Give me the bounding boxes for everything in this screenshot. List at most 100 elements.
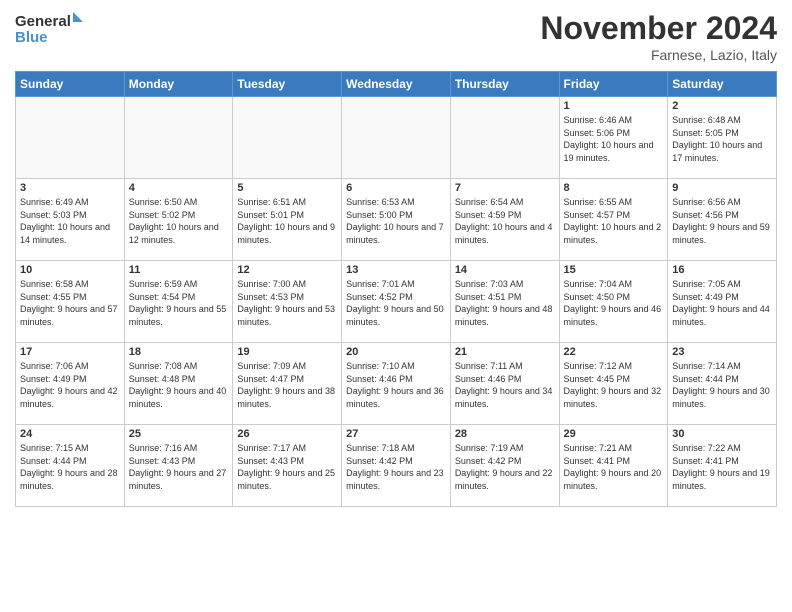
table-row (124, 97, 233, 179)
day-number: 1 (564, 100, 664, 112)
table-row (16, 97, 125, 179)
month-title: November 2024 (540, 10, 777, 47)
day-number: 15 (564, 264, 664, 276)
day-info: Sunrise: 7:19 AM Sunset: 4:42 PM Dayligh… (455, 442, 555, 492)
day-number: 27 (346, 428, 446, 440)
calendar-week-5: 24 Sunrise: 7:15 AM Sunset: 4:44 PM Dayli… (16, 425, 777, 507)
table-row: 15 Sunrise: 7:04 AM Sunset: 4:50 PM Dayli… (559, 261, 668, 343)
table-row (342, 97, 451, 179)
day-info: Sunrise: 7:01 AM Sunset: 4:52 PM Dayligh… (346, 278, 446, 328)
day-number: 30 (672, 428, 772, 440)
day-info: Sunrise: 6:51 AM Sunset: 5:01 PM Dayligh… (237, 196, 337, 246)
day-info: Sunrise: 6:58 AM Sunset: 4:55 PM Dayligh… (20, 278, 120, 328)
day-info: Sunrise: 7:10 AM Sunset: 4:46 PM Dayligh… (346, 360, 446, 410)
day-number: 5 (237, 182, 337, 194)
day-info: Sunrise: 6:53 AM Sunset: 5:00 PM Dayligh… (346, 196, 446, 246)
day-number: 2 (672, 100, 772, 112)
day-number: 22 (564, 346, 664, 358)
table-row: 6 Sunrise: 6:53 AM Sunset: 5:00 PM Daylig… (342, 179, 451, 261)
day-info: Sunrise: 7:14 AM Sunset: 4:44 PM Dayligh… (672, 360, 772, 410)
day-info: Sunrise: 7:11 AM Sunset: 4:46 PM Dayligh… (455, 360, 555, 410)
table-row: 12Sunrise: 7:00 AM Sunset: 4:53 PM Dayli… (233, 261, 342, 343)
table-row: 30Sunrise: 7:22 AM Sunset: 4:41 PM Dayli… (668, 425, 777, 507)
day-number: 18 (129, 346, 229, 358)
table-row: 7 Sunrise: 6:54 AM Sunset: 4:59 PM Daylig… (450, 179, 559, 261)
day-number: 29 (564, 428, 664, 440)
table-row: 11Sunrise: 6:59 AM Sunset: 4:54 PM Dayli… (124, 261, 233, 343)
day-number: 4 (129, 182, 229, 194)
logo: General Blue (15, 10, 85, 46)
day-info: Sunrise: 7:00 AM Sunset: 4:53 PM Dayligh… (237, 278, 337, 328)
day-info: Sunrise: 7:18 AM Sunset: 4:42 PM Dayligh… (346, 442, 446, 492)
table-row: 2 Sunrise: 6:48 AM Sunset: 5:05 PM Daylig… (668, 97, 777, 179)
calendar-week-3: 10 Sunrise: 6:58 AM Sunset: 4:55 PM Dayli… (16, 261, 777, 343)
day-number: 17 (20, 346, 120, 358)
day-info: Sunrise: 6:55 AM Sunset: 4:57 PM Dayligh… (564, 196, 664, 246)
day-info: Sunrise: 6:54 AM Sunset: 4:59 PM Dayligh… (455, 196, 555, 246)
header-friday: Friday (559, 72, 668, 97)
day-number: 24 (20, 428, 120, 440)
day-number: 8 (564, 182, 664, 194)
table-row: 26Sunrise: 7:17 AM Sunset: 4:43 PM Dayli… (233, 425, 342, 507)
day-info: Sunrise: 6:46 AM Sunset: 5:06 PM Dayligh… (564, 114, 664, 164)
page: General Blue November 2024 Farnese, Lazi… (0, 0, 792, 612)
table-row (450, 97, 559, 179)
day-number: 19 (237, 346, 337, 358)
header-thursday: Thursday (450, 72, 559, 97)
table-row: 24 Sunrise: 7:15 AM Sunset: 4:44 PM Dayli… (16, 425, 125, 507)
table-row: 23 Sunrise: 7:14 AM Sunset: 4:44 PM Dayli… (668, 343, 777, 425)
day-number: 25 (129, 428, 229, 440)
day-info: Sunrise: 6:56 AM Sunset: 4:56 PM Dayligh… (672, 196, 772, 246)
day-number: 3 (20, 182, 120, 194)
day-info: Sunrise: 7:15 AM Sunset: 4:44 PM Dayligh… (20, 442, 120, 492)
day-number: 21 (455, 346, 555, 358)
svg-text:General: General (15, 13, 71, 30)
day-number: 20 (346, 346, 446, 358)
day-info: Sunrise: 6:50 AM Sunset: 5:02 PM Dayligh… (129, 196, 229, 246)
calendar: Sunday Monday Tuesday Wednesday Thursday… (15, 71, 777, 507)
day-info: Sunrise: 7:04 AM Sunset: 4:50 PM Dayligh… (564, 278, 664, 328)
table-row: 18 Sunrise: 7:08 AM Sunset: 4:48 PM Dayli… (124, 343, 233, 425)
table-row: 3 Sunrise: 6:49 AM Sunset: 5:03 PM Daylig… (16, 179, 125, 261)
day-number: 23 (672, 346, 772, 358)
table-row: 21 Sunrise: 7:11 AM Sunset: 4:46 PM Dayli… (450, 343, 559, 425)
day-info: Sunrise: 7:16 AM Sunset: 4:43 PM Dayligh… (129, 442, 229, 492)
table-row: 1 Sunrise: 6:46 AM Sunset: 5:06 PM Daylig… (559, 97, 668, 179)
day-number: 10 (20, 264, 120, 276)
table-row: 13 Sunrise: 7:01 AM Sunset: 4:52 PM Dayli… (342, 261, 451, 343)
header: General Blue November 2024 Farnese, Lazi… (15, 10, 777, 63)
day-number: 28 (455, 428, 555, 440)
calendar-week-1: 1 Sunrise: 6:46 AM Sunset: 5:06 PM Daylig… (16, 97, 777, 179)
table-row: 8 Sunrise: 6:55 AM Sunset: 4:57 PM Daylig… (559, 179, 668, 261)
day-info: Sunrise: 6:59 AM Sunset: 4:54 PM Dayligh… (129, 278, 229, 328)
day-number: 6 (346, 182, 446, 194)
table-row: 19 Sunrise: 7:09 AM Sunset: 4:47 PM Dayli… (233, 343, 342, 425)
table-row: 14 Sunrise: 7:03 AM Sunset: 4:51 PM Dayli… (450, 261, 559, 343)
day-number: 7 (455, 182, 555, 194)
day-info: Sunrise: 7:06 AM Sunset: 4:49 PM Dayligh… (20, 360, 120, 410)
table-row: 29Sunrise: 7:21 AM Sunset: 4:41 PM Dayli… (559, 425, 668, 507)
table-row: 5 Sunrise: 6:51 AM Sunset: 5:01 PM Daylig… (233, 179, 342, 261)
location: Farnese, Lazio, Italy (540, 47, 777, 63)
header-wednesday: Wednesday (342, 72, 451, 97)
table-row: 25 Sunrise: 7:16 AM Sunset: 4:43 PM Dayli… (124, 425, 233, 507)
table-row: 10 Sunrise: 6:58 AM Sunset: 4:55 PM Dayli… (16, 261, 125, 343)
calendar-header-row: Sunday Monday Tuesday Wednesday Thursday… (16, 72, 777, 97)
header-tuesday: Tuesday (233, 72, 342, 97)
calendar-week-4: 17 Sunrise: 7:06 AM Sunset: 4:49 PM Dayli… (16, 343, 777, 425)
calendar-week-2: 3 Sunrise: 6:49 AM Sunset: 5:03 PM Daylig… (16, 179, 777, 261)
day-number: 16 (672, 264, 772, 276)
day-info: Sunrise: 7:09 AM Sunset: 4:47 PM Dayligh… (237, 360, 337, 410)
table-row: 22 Sunrise: 7:12 AM Sunset: 4:45 PM Dayli… (559, 343, 668, 425)
day-number: 14 (455, 264, 555, 276)
day-info: Sunrise: 6:49 AM Sunset: 5:03 PM Dayligh… (20, 196, 120, 246)
day-info: Sunrise: 7:12 AM Sunset: 4:45 PM Dayligh… (564, 360, 664, 410)
day-info: Sunrise: 7:03 AM Sunset: 4:51 PM Dayligh… (455, 278, 555, 328)
day-number: 13 (346, 264, 446, 276)
table-row: 17 Sunrise: 7:06 AM Sunset: 4:49 PM Dayli… (16, 343, 125, 425)
day-info: Sunrise: 6:48 AM Sunset: 5:05 PM Dayligh… (672, 114, 772, 164)
table-row: 9Sunrise: 6:56 AM Sunset: 4:56 PM Daylig… (668, 179, 777, 261)
header-saturday: Saturday (668, 72, 777, 97)
table-row: 16Sunrise: 7:05 AM Sunset: 4:49 PM Dayli… (668, 261, 777, 343)
day-info: Sunrise: 7:08 AM Sunset: 4:48 PM Dayligh… (129, 360, 229, 410)
